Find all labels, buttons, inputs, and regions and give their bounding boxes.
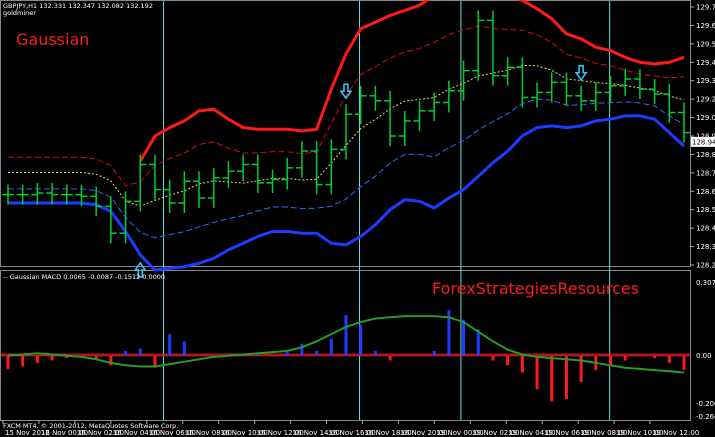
price-tick-label: 128.210 — [696, 262, 715, 270]
macd-histogram-bar — [138, 348, 142, 356]
macd-histogram-bar — [285, 352, 289, 356]
macd-histogram-bar — [432, 350, 436, 356]
macd-histogram-bar — [388, 355, 392, 361]
macd-histogram-bar — [50, 355, 54, 361]
price-tick-label: 128.650 — [696, 188, 715, 196]
macd-histogram-bar — [682, 355, 686, 371]
gaussian-overlay-text: Gaussian — [16, 30, 89, 49]
macd-histogram-bar — [344, 314, 348, 356]
macd-histogram-bar — [462, 319, 466, 356]
price-tick-label: 128.430 — [696, 225, 715, 233]
macd-histogram-bar — [535, 355, 539, 390]
macd-histogram-bar — [653, 355, 657, 359]
price-tick-label: 129.640 — [696, 22, 715, 30]
macd-histogram-bar — [373, 350, 377, 356]
price-tick-label: 129.420 — [696, 59, 715, 67]
macd-histogram-bar — [315, 350, 319, 356]
macd-histogram-bar — [667, 355, 671, 363]
indicator-name: goldminer — [3, 9, 36, 17]
time-tick-label: 19 Nov 12:00 — [652, 429, 699, 437]
price-tick-label: 129.310 — [696, 77, 715, 85]
macd-histogram-bar — [300, 343, 304, 356]
macd-tick-label: -0.2000 — [696, 400, 715, 408]
current-price-label: 128.945 — [692, 138, 715, 146]
macd-tick-label: -0.2600 — [696, 413, 715, 421]
footer-copyright: FXCM MT4, © 2001-2012, MetaQuotes Softwa… — [3, 422, 178, 430]
macd-histogram-bar — [623, 355, 627, 361]
price-tick-label: 128.870 — [696, 151, 715, 159]
macd-histogram-bar — [182, 341, 186, 356]
macd-histogram-bar — [491, 355, 495, 361]
price-tick-label: 128.320 — [696, 243, 715, 251]
price-tick-label: 129.200 — [696, 96, 715, 104]
macd-histogram-bar — [21, 355, 25, 367]
chart-canvas: 129.750 129.640 129.530 129.420 129.310 129.2… — [0, 0, 715, 437]
macd-histogram-bar — [520, 355, 524, 373]
price-tick-label: 128.540 — [696, 206, 715, 214]
macd-histogram-bar — [550, 355, 554, 402]
price-tick-label: 129.530 — [696, 40, 715, 48]
price-tick-label: 129.750 — [696, 4, 715, 12]
macd-histogram-bar — [359, 324, 363, 356]
macd-tick-label: 0.3075 — [696, 279, 715, 287]
price-tick-label: 128.760 — [696, 169, 715, 177]
macd-histogram-bar — [609, 355, 613, 366]
macd-histogram-bar — [564, 355, 568, 399]
macd-histogram-bar — [168, 334, 172, 356]
brand-overlay-text: ForexStrategiesResources — [432, 279, 639, 298]
chart-background — [0, 0, 715, 437]
sub-window-label: -- Gaussian MACD 0.0065 -0.0087 -0.1512 … — [3, 273, 165, 281]
macd-histogram-bar — [6, 355, 10, 369]
macd-histogram-bar — [329, 338, 333, 356]
macd-histogram-bar — [124, 350, 128, 356]
macd-histogram-bar — [35, 355, 39, 363]
macd-tick-label: 0.00 — [696, 352, 712, 360]
macd-histogram-bar — [506, 355, 510, 366]
price-tick-label: 129.090 — [696, 114, 715, 122]
